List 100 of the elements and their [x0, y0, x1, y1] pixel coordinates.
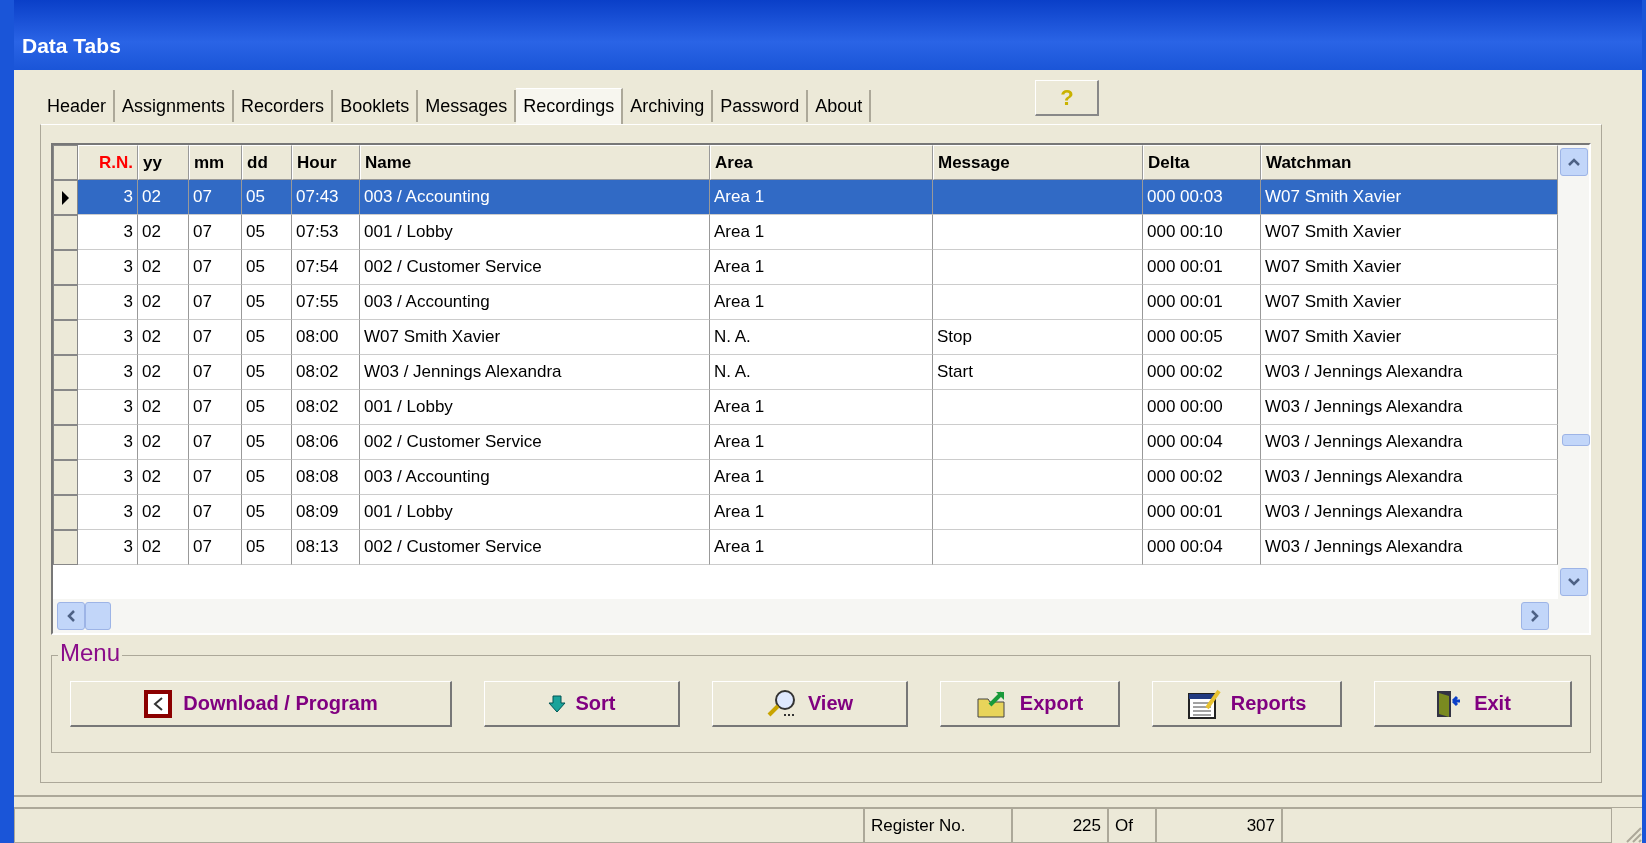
table-cell: 07 [189, 460, 242, 495]
window-title: Data Tabs [22, 34, 121, 58]
table-cell: W07 Smith Xavier [1261, 215, 1558, 250]
table-cell: W03 / Jennings Alexandra [1261, 425, 1558, 460]
table-cell: 02 [138, 250, 189, 285]
table-cell: Area 1 [710, 250, 933, 285]
table-cell: 001 / Lobby [360, 215, 710, 250]
table-cell: 05 [242, 390, 292, 425]
menu-button[interactable]: Exit [1374, 681, 1572, 727]
table-cell: W03 / Jennings Alexandra [1261, 355, 1558, 390]
tab[interactable]: Recordings [516, 88, 624, 124]
column-header[interactable]: Watchman [1261, 145, 1558, 180]
table-cell: 05 [242, 250, 292, 285]
table-cell: 05 [242, 355, 292, 390]
column-header[interactable]: Area [710, 145, 933, 180]
table-cell: Area 1 [710, 285, 933, 320]
table-cell: 05 [242, 495, 292, 530]
table-cell: 07 [189, 180, 242, 215]
column-header[interactable]: Delta [1143, 145, 1261, 180]
row-header [53, 145, 78, 180]
report-icon [1186, 687, 1221, 720]
table-cell: 07 [189, 530, 242, 565]
down-arrow-icon [547, 694, 566, 713]
table-cell: 3 [78, 250, 138, 285]
table-cell: W03 / Jennings Alexandra [360, 355, 710, 390]
table-cell: 02 [138, 460, 189, 495]
table-cell: Area 1 [710, 460, 933, 495]
table-cell: 000 00:04 [1143, 425, 1261, 460]
table-cell: 05 [242, 530, 292, 565]
table-cell: 3 [78, 320, 138, 355]
table-cell: 07:53 [292, 215, 360, 250]
table-cell: 001 / Lobby [360, 390, 710, 425]
table-cell: 05 [242, 180, 292, 215]
table-cell: W07 Smith Xavier [1261, 320, 1558, 355]
chevron-up-icon [1567, 158, 1580, 166]
vertical-scrollbar[interactable] [1558, 145, 1589, 599]
table-cell: Start [933, 355, 1143, 390]
scroll-up-button[interactable] [1559, 148, 1588, 176]
menu-button[interactable]: View [712, 681, 908, 727]
table-cell: 07:55 [292, 285, 360, 320]
table-cell: 05 [242, 320, 292, 355]
table-cell: W03 / Jennings Alexandra [1261, 460, 1558, 495]
chevron-down-icon [1567, 578, 1580, 586]
table-cell: 07:43 [292, 180, 360, 215]
table-cell: 05 [242, 425, 292, 460]
table-cell: 003 / Accounting [360, 460, 710, 495]
menu-button[interactable]: Download / Program [70, 681, 452, 727]
table-cell: 07 [189, 285, 242, 320]
table-cell: 000 00:00 [1143, 390, 1261, 425]
table-cell: 07 [189, 390, 242, 425]
scroll-down-button[interactable] [1559, 568, 1588, 596]
table-cell: 02 [138, 530, 189, 565]
table-cell: 3 [78, 180, 138, 215]
table-cell: 3 [78, 355, 138, 390]
table-cell: Area 1 [710, 215, 933, 250]
column-header[interactable]: Name [360, 145, 710, 180]
column-header[interactable]: Message [933, 145, 1143, 180]
table-cell: W03 / Jennings Alexandra [1261, 495, 1558, 530]
table-cell: 05 [242, 460, 292, 495]
table-cell: 08:02 [292, 390, 360, 425]
table-cell: 3 [78, 530, 138, 565]
table-cell: 07 [189, 425, 242, 460]
table-cell: W03 / Jennings Alexandra [1261, 390, 1558, 425]
table-cell: Area 1 [710, 530, 933, 565]
table-cell: 08:06 [292, 425, 360, 460]
menu-button[interactable]: Sort [484, 681, 680, 727]
column-header[interactable]: yy [138, 145, 189, 180]
scroll-left-button[interactable] [57, 602, 85, 630]
scroll-thumb[interactable] [1562, 434, 1590, 446]
table-cell: 05 [242, 285, 292, 320]
menu-button[interactable]: Export [940, 681, 1120, 727]
menu-button[interactable]: Reports [1152, 681, 1342, 727]
scroll-right-button[interactable] [1521, 602, 1549, 630]
table-cell: 000 00:01 [1143, 250, 1261, 285]
table-cell: 02 [138, 495, 189, 530]
table-cell: 001 / Lobby [360, 495, 710, 530]
table-cell: N. A. [710, 355, 933, 390]
column-header[interactable]: Hour [292, 145, 360, 180]
table-cell: 002 / Customer Service [360, 530, 710, 565]
table-cell: 07:54 [292, 250, 360, 285]
table-cell: W07 Smith Xavier [1261, 285, 1558, 320]
table-cell: 3 [78, 285, 138, 320]
row-selector[interactable] [53, 180, 78, 215]
table-cell: 000 00:03 [1143, 180, 1261, 215]
column-header[interactable]: dd [242, 145, 292, 180]
table-cell: Area 1 [710, 390, 933, 425]
table-cell: 3 [78, 425, 138, 460]
scroll-thumb[interactable] [85, 602, 111, 630]
table-cell: 3 [78, 495, 138, 530]
status-label: Of [1108, 808, 1156, 843]
table-cell: 000 00:10 [1143, 215, 1261, 250]
column-header[interactable]: mm [189, 145, 242, 180]
table-cell: 3 [78, 215, 138, 250]
table-cell: 000 00:02 [1143, 355, 1261, 390]
table-cell: Area 1 [710, 425, 933, 460]
pointer-icon [61, 189, 70, 206]
table-cell: 02 [138, 285, 189, 320]
table-cell: 3 [78, 390, 138, 425]
horizontal-scrollbar[interactable] [53, 599, 1589, 633]
table-cell: 000 00:01 [1143, 495, 1261, 530]
